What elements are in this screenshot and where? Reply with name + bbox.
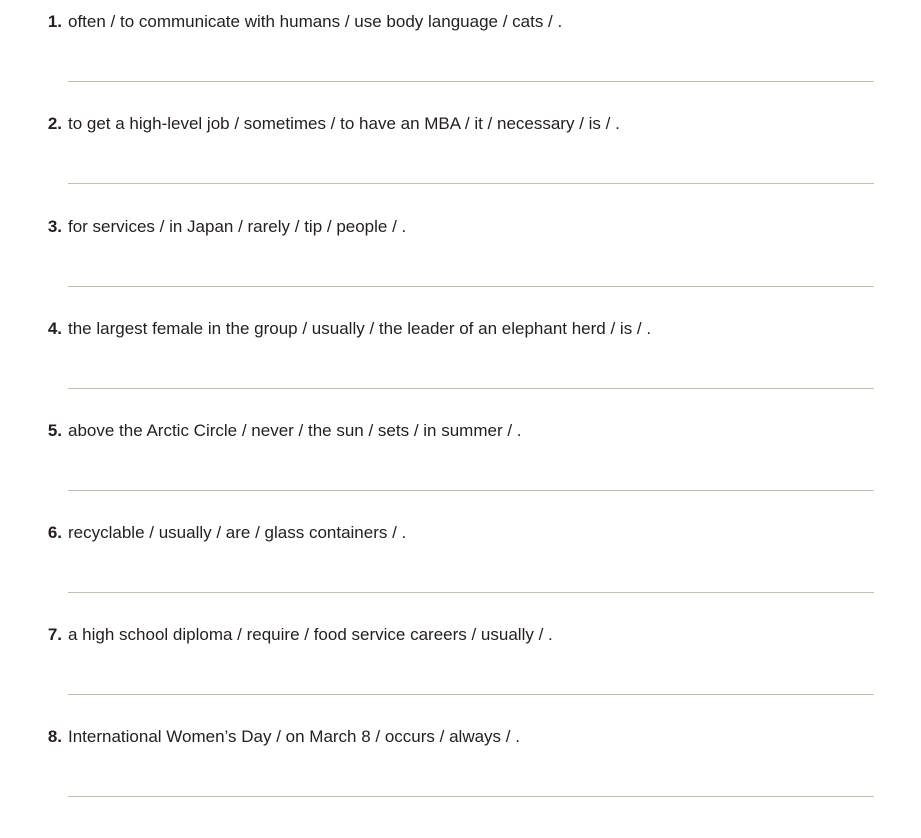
answer-line[interactable] (68, 183, 874, 184)
item-number: 3. (47, 217, 62, 236)
answer-line[interactable] (68, 694, 874, 695)
exercise-item-6: 6. recyclable / usually / are / glass co… (0, 511, 921, 613)
item-prompt: the largest female in the group / usuall… (68, 319, 652, 338)
answer-line[interactable] (68, 592, 874, 593)
answer-line[interactable] (68, 490, 874, 491)
item-number: 5. (47, 421, 62, 440)
exercise-item-2: 2. to get a high-level job / sometimes /… (0, 102, 921, 204)
item-number: 2. (47, 114, 62, 133)
item-prompt: for services / in Japan / rarely / tip /… (68, 217, 407, 236)
item-prompt: often / to communicate with humans / use… (68, 12, 563, 31)
exercise-item-3: 3. for services / in Japan / rarely / ti… (0, 205, 921, 307)
item-number: 6. (47, 523, 62, 542)
item-number: 1. (47, 12, 62, 31)
sentence-scramble-exercise: 1. often / to communicate with humans / … (0, 0, 921, 838)
exercise-item-4: 4. the largest female in the group / usu… (0, 307, 921, 409)
exercise-item-7: 7. a high school diploma / require / foo… (0, 613, 921, 715)
answer-line[interactable] (68, 388, 874, 389)
answer-line[interactable] (68, 796, 874, 797)
exercise-item-8: 8. International Women’s Day / on March … (0, 715, 921, 817)
item-prompt: above the Arctic Circle / never / the su… (68, 421, 522, 440)
item-number: 4. (47, 319, 62, 338)
item-number: 8. (47, 727, 62, 746)
item-prompt: a high school diploma / require / food s… (68, 625, 553, 644)
exercise-item-5: 5. above the Arctic Circle / never / the… (0, 409, 921, 511)
answer-line[interactable] (68, 286, 874, 287)
item-prompt: to get a high-level job / sometimes / to… (68, 114, 620, 133)
exercise-item-1: 1. often / to communicate with humans / … (0, 0, 921, 102)
answer-line[interactable] (68, 81, 874, 82)
item-prompt: International Women’s Day / on March 8 /… (68, 727, 520, 746)
item-prompt: recyclable / usually / are / glass conta… (68, 523, 407, 542)
item-number: 7. (47, 625, 62, 644)
